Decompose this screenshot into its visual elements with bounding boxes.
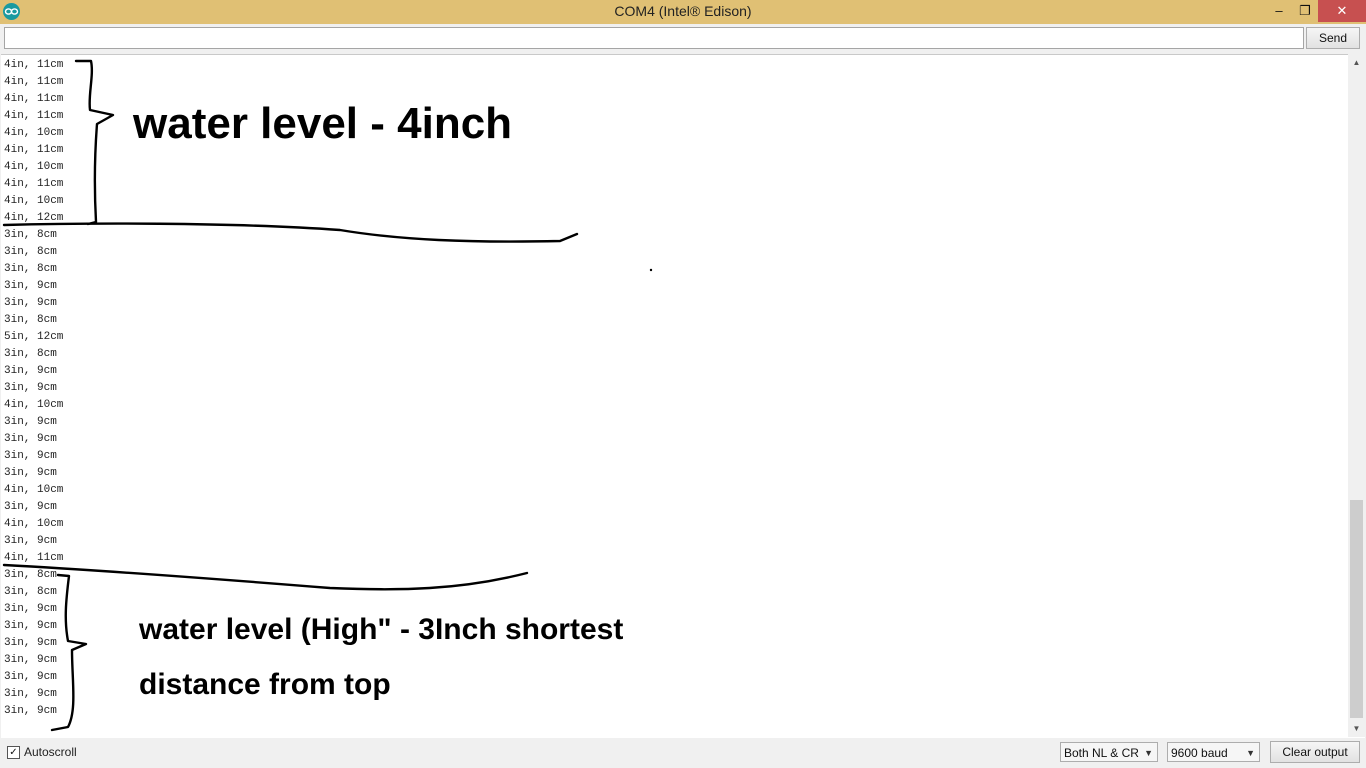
- footer: ✓ Autoscroll Both NL & CR ▼ 9600 baud ▼ …: [0, 738, 1366, 768]
- annotation-distance-from-top: distance from top: [139, 668, 391, 701]
- divider-line-2: [2, 563, 529, 591]
- baud-rate-select[interactable]: 9600 baud ▼: [1167, 742, 1260, 762]
- chevron-down-icon: ▼: [1246, 748, 1255, 758]
- line-ending-value: Both NL & CR: [1064, 746, 1139, 760]
- autoscroll-checkbox[interactable]: ✓: [7, 745, 20, 759]
- autoscroll-label: Autoscroll: [24, 745, 77, 759]
- line-ending-select[interactable]: Both NL & CR ▼: [1060, 742, 1158, 762]
- clear-output-button[interactable]: Clear output: [1270, 741, 1360, 763]
- baud-rate-value: 9600 baud: [1171, 746, 1228, 760]
- ink-dot: [649, 268, 653, 272]
- brace-top: [74, 59, 115, 226]
- divider-line-1: [2, 222, 579, 243]
- autoscroll-toggle[interactable]: ✓ Autoscroll: [7, 745, 77, 759]
- annotation-water-level-4inch: water level - 4inch: [133, 99, 513, 148]
- annotation-water-level-high: water level (High" - 3Inch shortest: [139, 613, 624, 646]
- chevron-down-icon: ▼: [1144, 748, 1153, 758]
- brace-bottom: [50, 573, 88, 732]
